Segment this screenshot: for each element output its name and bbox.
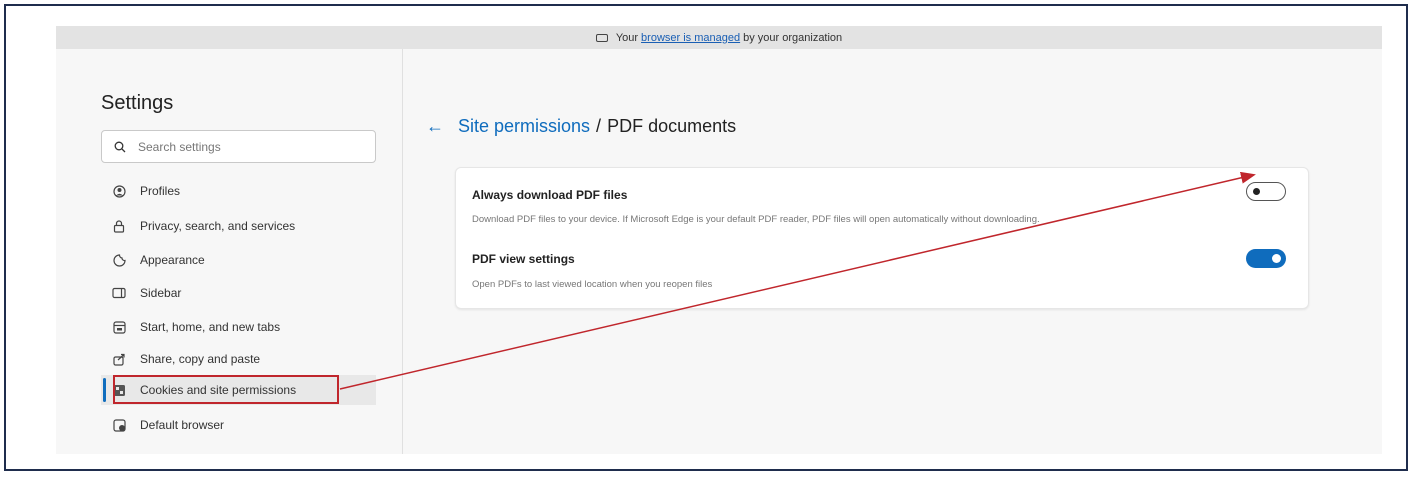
home-tabs-icon [112,320,126,334]
page-title: Settings [101,92,174,114]
pdf-view-settings-toggle[interactable] [1246,249,1286,268]
sidebar-item-label: Appearance [140,253,205,267]
sidebar-item-label: Sidebar [140,286,182,300]
search-icon [114,141,126,152]
sidebar-item-default-browser[interactable]: Default browser [101,410,376,440]
sidebar-item-start-home[interactable]: Start, home, and new tabs [101,312,376,342]
sidebar-item-sidebar[interactable]: Sidebar [101,278,376,308]
sidebar-item-cookies[interactable]: Cookies and site permissions [101,375,376,405]
sidebar-item-profiles[interactable]: Profiles [101,176,376,206]
infobar-suffix: by your organization [743,31,843,44]
sidebar-item-label: Default browser [140,418,225,432]
cookies-icon [112,383,126,397]
sidebar-item-label: Share, copy and paste [140,352,261,366]
pdf-settings-card: Always download PDF files Download PDF f… [455,167,1309,309]
settings-window: Your browser is managed by your organiza… [56,26,1382,454]
lock-icon [112,219,126,233]
share-icon [112,352,126,366]
sidebar-item-label: Start, home, and new tabs [140,320,281,334]
pdf-view-settings-title: PDF view settings [472,252,575,266]
always-download-description: Download PDF files to your device. If Mi… [472,214,1040,225]
sidebar-item-label: Cookies and site permissions [140,383,297,397]
always-download-toggle[interactable] [1246,182,1286,201]
back-arrow-icon[interactable]: ← [426,116,444,137]
sidebar-item-label: Profiles [140,184,181,198]
toggle-knob [1272,254,1281,263]
breadcrumb: ← Site permissions / PDF documents [426,116,736,137]
browser-managed-link[interactable]: browser is managed [641,32,740,44]
breadcrumb-site-permissions-link[interactable]: Site permissions [458,116,590,137]
sidebar-item-share[interactable]: Share, copy and paste [101,344,376,374]
toggle-knob [1253,188,1260,195]
sidebar-item-appearance[interactable]: Appearance [101,245,376,275]
managed-infobar: Your browser is managed by your organiza… [56,26,1382,49]
breadcrumb-separator: / [596,116,602,136]
sidebar-icon [112,286,126,300]
pdf-view-settings-description: Open PDFs to last viewed location when y… [472,279,713,290]
always-download-title: Always download PDF files [472,188,628,202]
breadcrumb-current: PDF documents [607,116,737,136]
sidebar-item-label: Privacy, search, and services [140,219,296,233]
infobar-prefix: Your [615,31,639,44]
browser-icon [595,33,608,42]
appearance-icon [112,253,126,267]
active-indicator [103,378,106,402]
search-input[interactable]: Search settings [101,130,376,163]
profile-icon [112,184,126,198]
main-content: ← Site permissions / PDF documents Alway… [403,49,1382,454]
search-placeholder: Search settings [138,139,221,154]
sidebar-item-privacy[interactable]: Privacy, search, and services [101,211,376,241]
default-browser-icon [112,418,126,432]
